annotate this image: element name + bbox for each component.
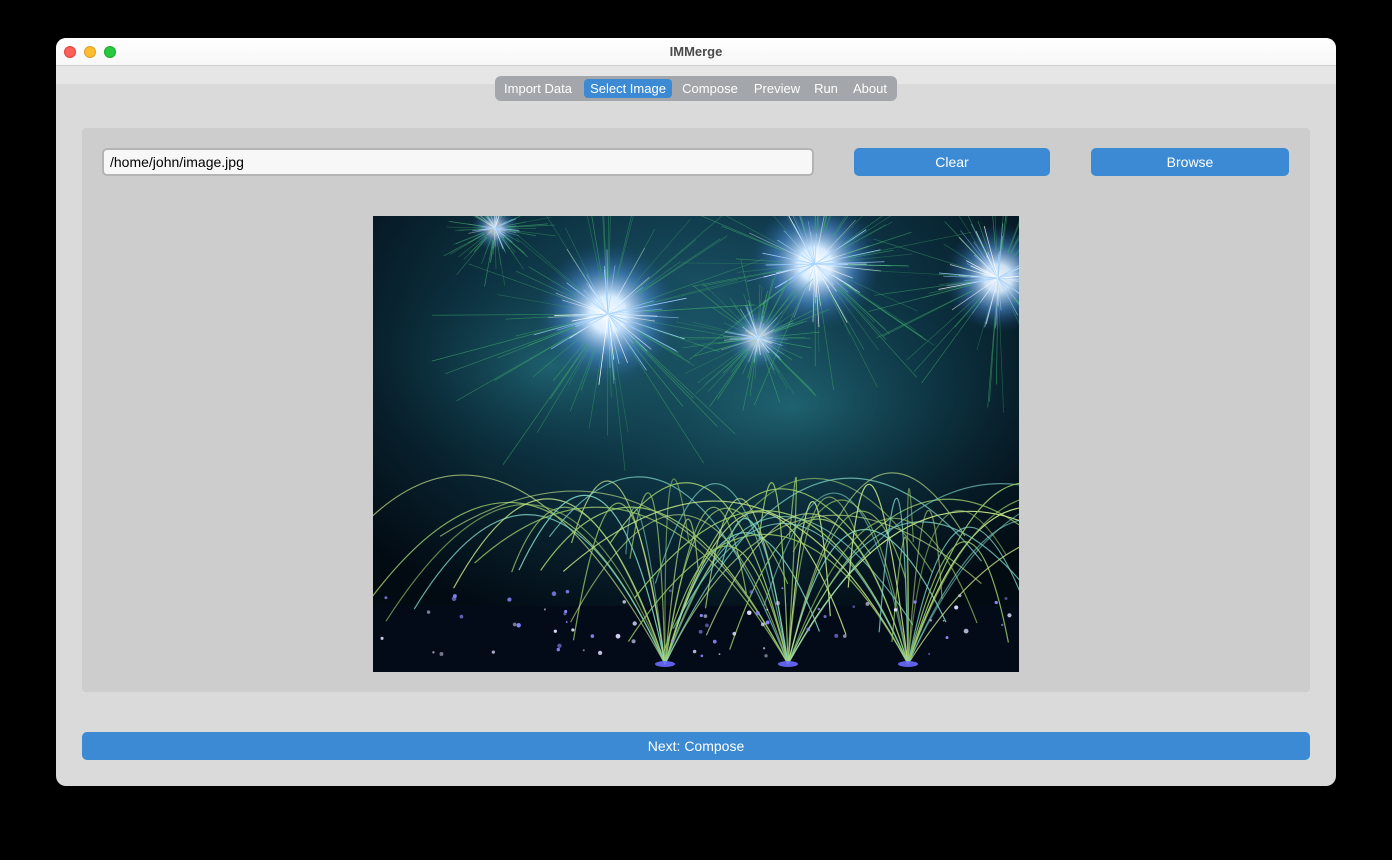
- fireworks-image: [373, 216, 1019, 672]
- clear-button[interactable]: Clear: [854, 148, 1050, 176]
- image-select-panel: Clear Browse: [82, 128, 1310, 692]
- app-window: IMMerge Import Data Select Image Compose…: [56, 38, 1336, 786]
- tab-compose[interactable]: Compose: [677, 79, 743, 98]
- next-compose-button[interactable]: Next: Compose: [82, 732, 1310, 760]
- title-bar[interactable]: IMMerge: [56, 38, 1336, 66]
- image-preview: [373, 216, 1019, 672]
- browse-button[interactable]: Browse: [1091, 148, 1289, 176]
- tab-about[interactable]: About: [847, 79, 893, 98]
- tab-preview[interactable]: Preview: [749, 79, 805, 98]
- tab-import-data[interactable]: Import Data: [498, 79, 578, 98]
- window-title: IMMerge: [669, 44, 723, 59]
- image-path-field[interactable]: [102, 148, 814, 176]
- tab-bar: Import Data Select Image Compose Preview…: [495, 76, 897, 101]
- tab-select-image[interactable]: Select Image: [584, 79, 672, 98]
- tab-run[interactable]: Run: [811, 79, 841, 98]
